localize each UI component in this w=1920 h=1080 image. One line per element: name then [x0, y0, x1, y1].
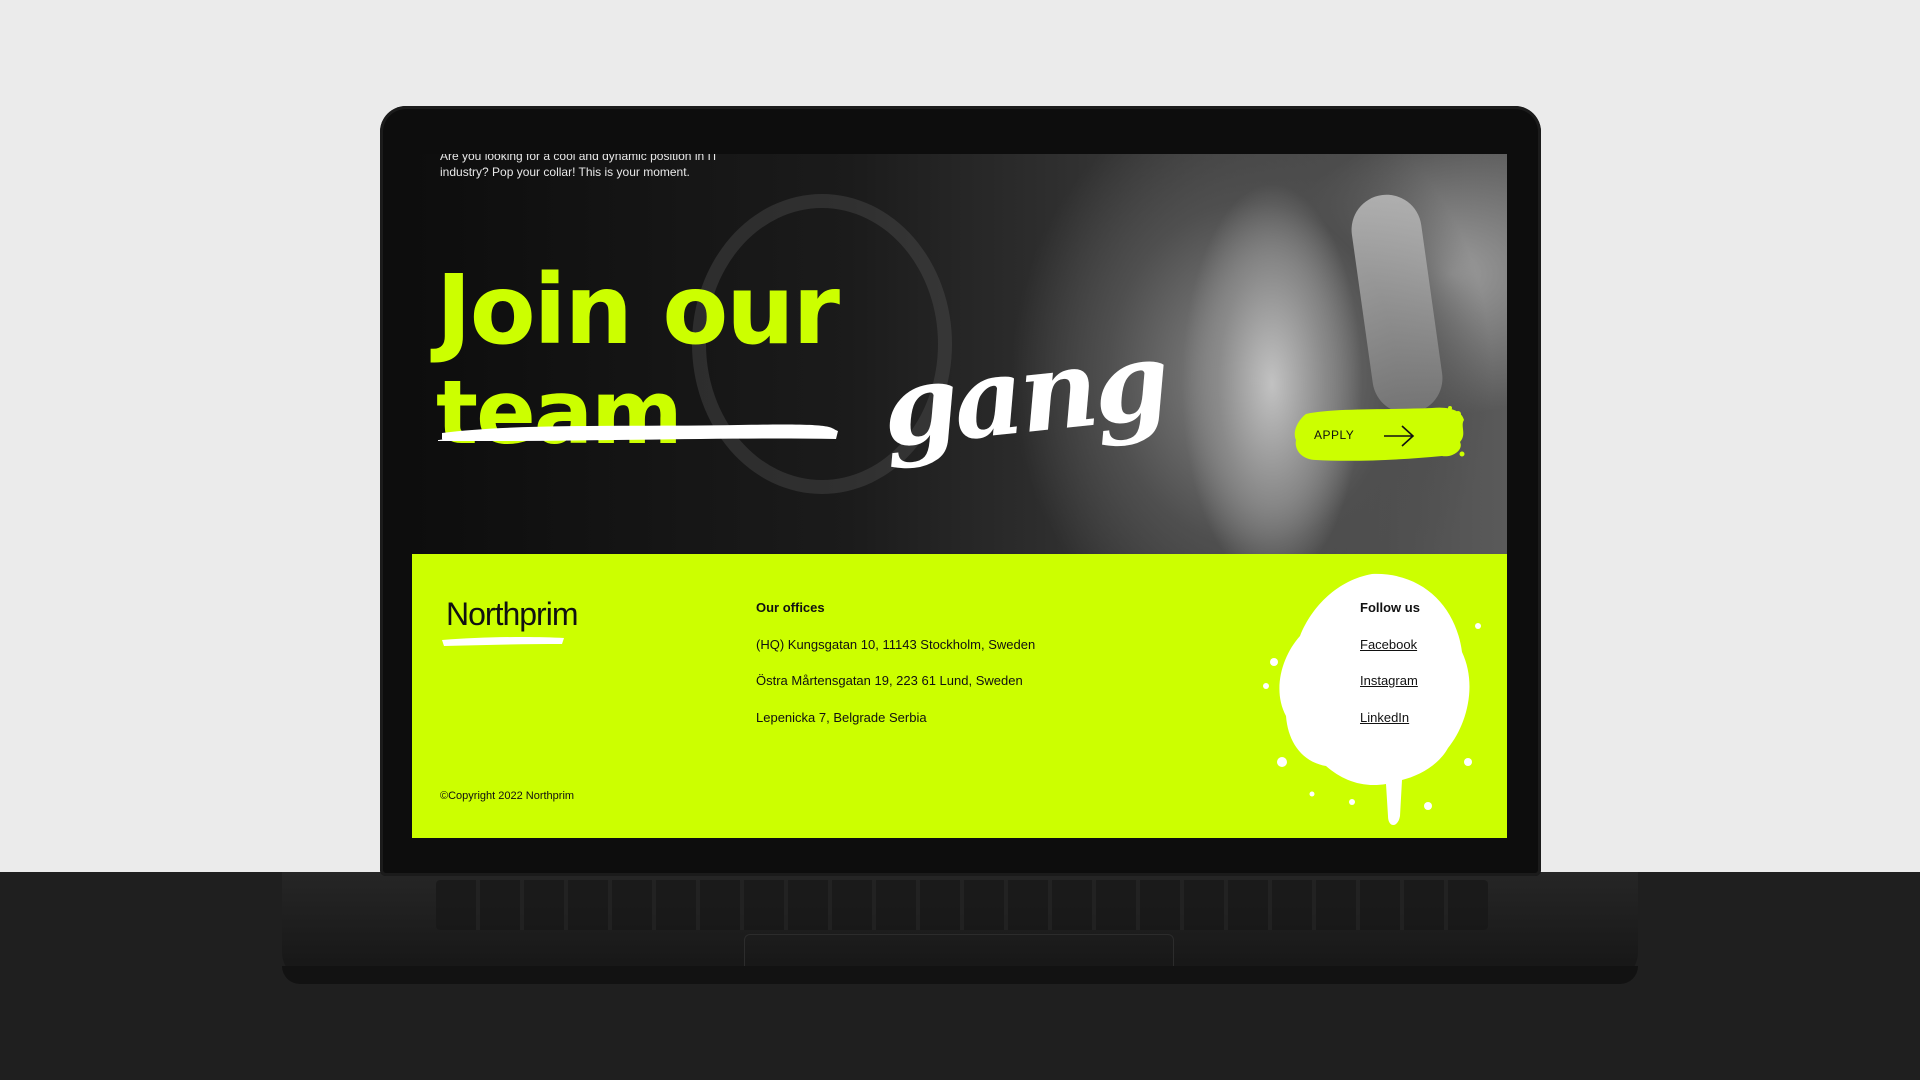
logo-underline-stroke: [442, 636, 564, 646]
hero-section: Are you looking for a cool and dynamic p…: [412, 154, 1507, 554]
facebook-link[interactable]: Facebook: [1360, 637, 1417, 652]
linkedin-link[interactable]: LinkedIn: [1360, 710, 1409, 725]
laptop-base-edge: [282, 966, 1638, 984]
copyright-text: ©Copyright 2022 Northprim: [440, 790, 575, 802]
office-address: Lepenicka 7, Belgrade Serbia: [756, 710, 927, 725]
brand-logo[interactable]: Northprim: [446, 596, 578, 633]
hero-photo-person: [1172, 154, 1372, 554]
offices-heading: Our offices: [756, 600, 825, 615]
headline-join-our: Join our: [436, 254, 840, 366]
apply-label: APPLY: [1314, 428, 1355, 442]
arrow-right-icon: [1384, 425, 1415, 447]
instagram-link[interactable]: Instagram: [1360, 673, 1418, 688]
laptop-keyboard: [436, 880, 1488, 930]
apply-button[interactable]: APPLY: [1292, 404, 1467, 466]
office-address: (HQ) Kungsgatan 10, 11143 Stockholm, Swe…: [756, 637, 1036, 652]
footer: Northprim Our offices (HQ) Kungsgatan 10…: [412, 554, 1507, 838]
office-address: Östra Mårtensgatan 19, 223 61 Lund, Swed…: [756, 673, 1023, 688]
laptop-screen: Are you looking for a cool and dynamic p…: [412, 154, 1507, 838]
strikethrough-brush-stroke: [438, 424, 838, 441]
follow-us-heading: Follow us: [1360, 600, 1420, 615]
hero-intro-text: Are you looking for a cool and dynamic p…: [440, 154, 718, 179]
